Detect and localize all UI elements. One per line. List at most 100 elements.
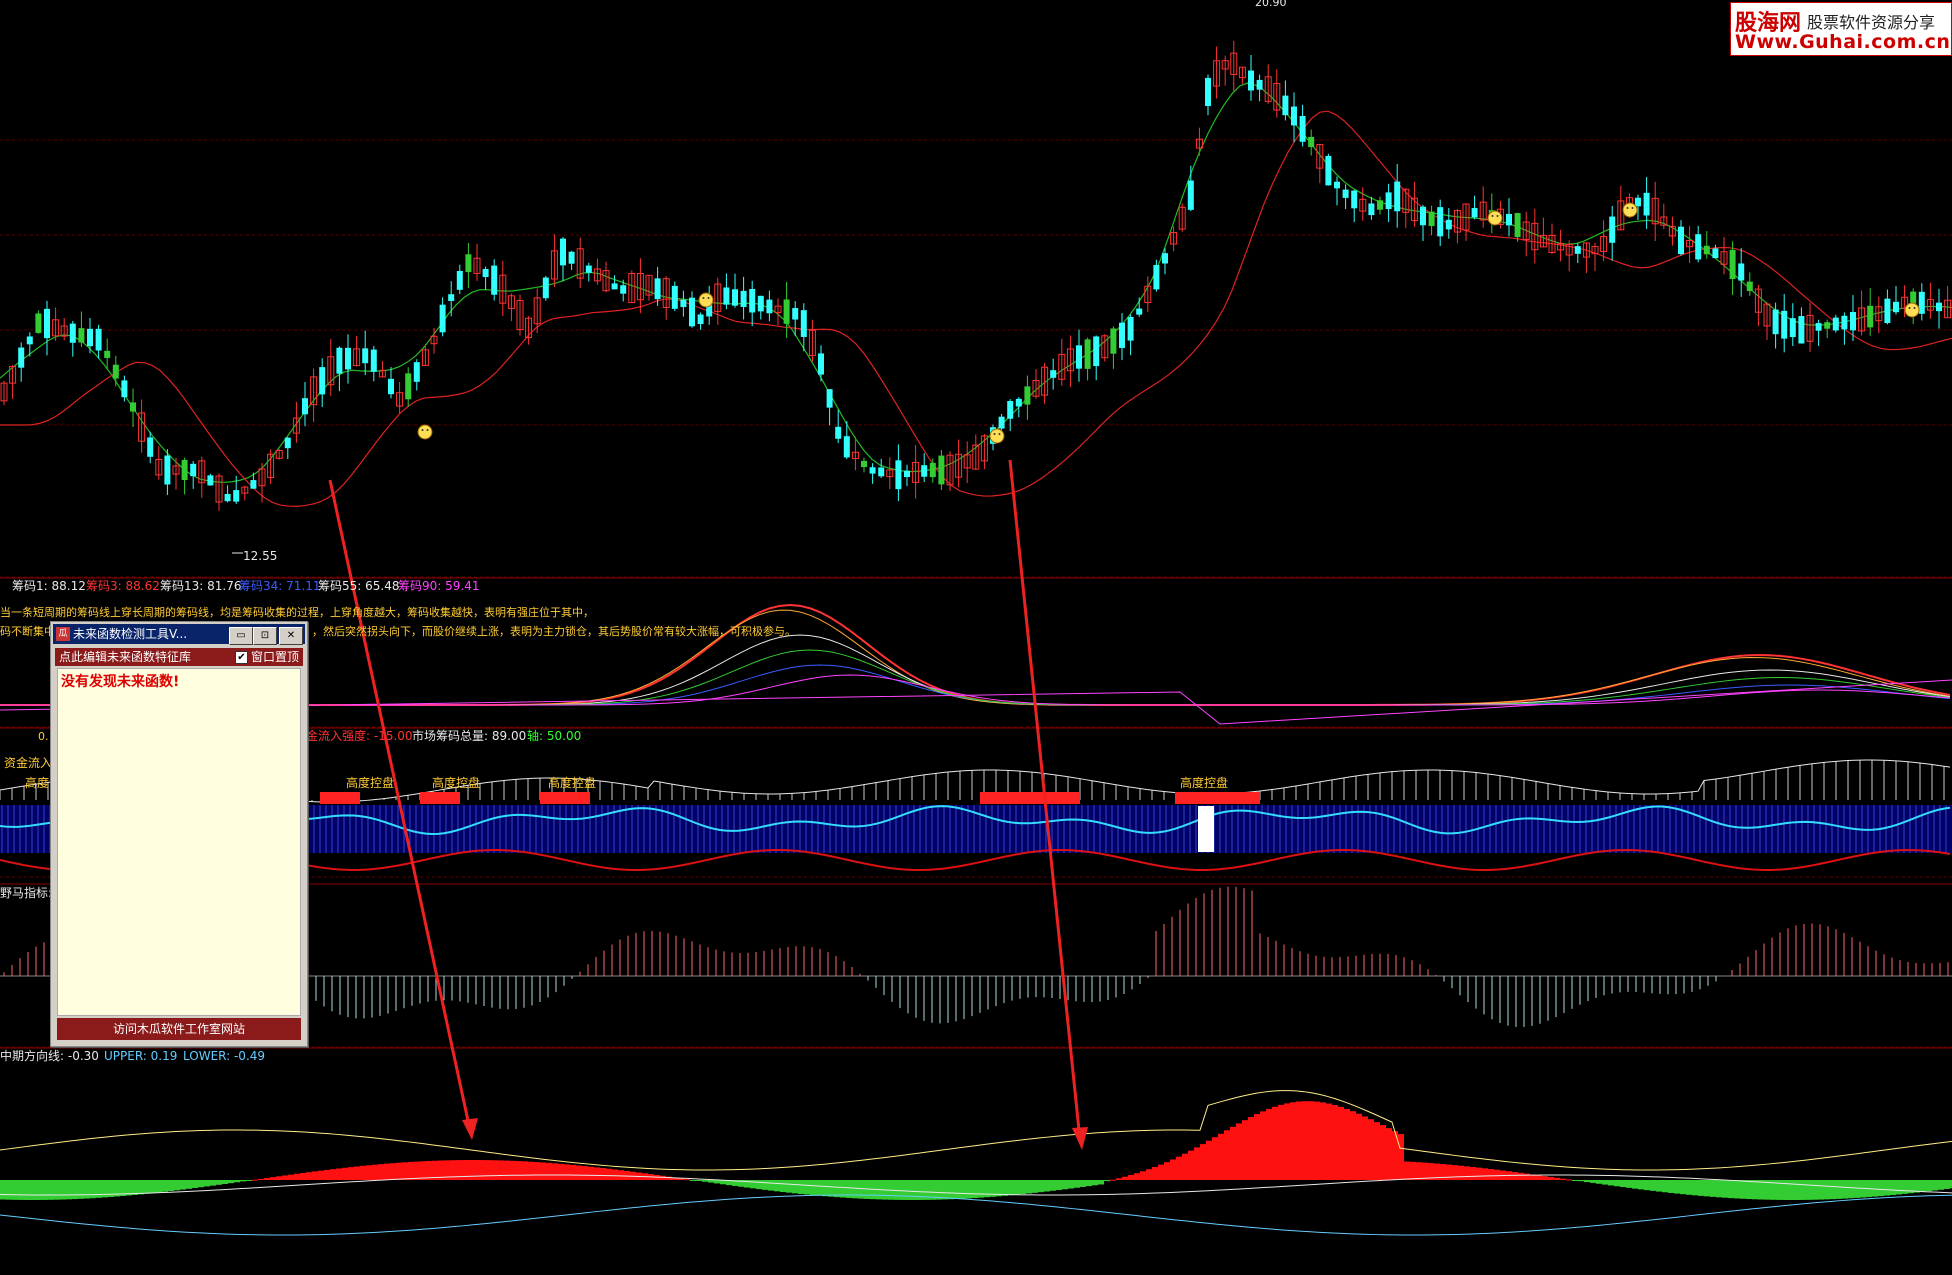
direction-bar: [174, 1180, 180, 1191]
direction-bar: [1050, 1180, 1056, 1191]
visit-website-button[interactable]: 访问木瓜软件工作室网站: [57, 1018, 301, 1040]
candle-down: [87, 328, 93, 347]
control-mark: 高度控盘: [1180, 775, 1228, 790]
edit-feature-bar[interactable]: 点此编辑未来函数特征库 ✔ 窗口置顶: [55, 648, 303, 666]
direction-bar: [1800, 1180, 1806, 1200]
future-function-tool-window[interactable]: 瓜 未来函数检测工具V... ▭ ⊡ ✕ 点此编辑未来函数特征库 ✔ 窗口置顶 没…: [50, 621, 308, 1047]
direction-bar: [1422, 1162, 1428, 1180]
control-zone: [320, 792, 360, 804]
direction-bar: [1644, 1180, 1650, 1191]
direction-bar: [270, 1177, 276, 1180]
direction-bar: [786, 1180, 792, 1193]
direction-bar: [1296, 1101, 1302, 1180]
direction-bar: [1356, 1113, 1362, 1180]
smiley-eye: [993, 433, 996, 435]
direction-bar: [1656, 1180, 1662, 1192]
direction-bar: [294, 1173, 300, 1180]
direction-bar: [1386, 1128, 1392, 1180]
fund-left-value: 0.: [38, 730, 49, 743]
candle-down: [921, 465, 928, 477]
candle-down: [439, 304, 446, 333]
direction-bar: [1416, 1162, 1422, 1180]
candle-down: [680, 299, 687, 308]
tool-titlebar[interactable]: 瓜 未来函数检测工具V... ▭ ⊡ ✕: [53, 624, 305, 645]
candle-down: [1377, 200, 1383, 210]
topmost-checkbox[interactable]: ✔ 窗口置顶: [234, 648, 299, 666]
direction-bar: [330, 1169, 336, 1180]
direction-bar: [1380, 1125, 1386, 1180]
direction-bar: [372, 1164, 378, 1180]
chip1-label: 筹码1: 88.12: [12, 579, 86, 593]
candle-down: [542, 277, 549, 299]
edit-feature-link[interactable]: 点此编辑未来函数特征库: [59, 650, 191, 664]
candle-down: [1712, 248, 1719, 259]
minimize-button[interactable]: ▭: [229, 627, 253, 645]
direction-bar: [1944, 1180, 1950, 1189]
direction-bar: [66, 1180, 72, 1200]
candle-down: [130, 402, 136, 412]
direction-bar: [264, 1178, 270, 1180]
direction-bar: [1242, 1120, 1248, 1180]
candle-down: [1918, 291, 1925, 314]
candle-down: [818, 353, 824, 375]
candle-down: [1893, 301, 1899, 313]
candle-down: [147, 437, 154, 457]
direction-bar: [480, 1160, 486, 1180]
candle-down: [1084, 339, 1091, 369]
direction-bar: [1104, 1180, 1110, 1182]
direction-bar: [912, 1180, 918, 1200]
direction-bar: [900, 1180, 906, 1200]
direction-bar: [192, 1180, 198, 1189]
candle-down: [413, 362, 420, 382]
chip55-label: 筹码55: 65.48: [318, 579, 399, 593]
candle-down: [1050, 370, 1057, 378]
candle-down: [190, 463, 197, 477]
direction-bar: [1158, 1164, 1164, 1180]
direction-bar: [1320, 1102, 1326, 1180]
candle-down: [878, 467, 885, 477]
maximize-button[interactable]: ⊡: [253, 627, 277, 645]
smiley-eye: [1908, 307, 1911, 309]
close-button[interactable]: ✕: [279, 627, 303, 645]
direction-label: 中期方向线: -0.30: [0, 1048, 99, 1063]
direction-bar: [774, 1180, 780, 1192]
direction-bar: [390, 1163, 396, 1180]
direction-bar: [570, 1164, 576, 1180]
direction-bar: [1848, 1180, 1854, 1199]
direction-bar: [366, 1165, 372, 1180]
direction-bar: [1254, 1114, 1260, 1180]
direction-bar: [6, 1180, 12, 1200]
direction-bar: [144, 1180, 150, 1194]
chip90-label: 筹码90: 59.41: [398, 579, 479, 593]
direction-bar: [1668, 1180, 1674, 1193]
candle-down: [284, 437, 291, 449]
direction-bar: [1680, 1180, 1686, 1195]
direction-bar: [276, 1176, 282, 1180]
checkbox-checked-icon[interactable]: ✔: [234, 651, 248, 664]
direction-bar: [1788, 1180, 1794, 1200]
smiley-eye: [1631, 207, 1634, 209]
candle-down: [1248, 70, 1254, 91]
direction-bar: [1026, 1180, 1032, 1194]
direction-bar: [1404, 1161, 1410, 1180]
direction-bar: [1368, 1119, 1374, 1180]
direction-bar: [222, 1180, 228, 1184]
direction-bar: [474, 1160, 480, 1180]
candle-down: [1153, 265, 1160, 290]
direction-bar: [180, 1180, 186, 1190]
direction-bar: [156, 1180, 162, 1193]
direction-bar: [1146, 1169, 1152, 1180]
candle-down: [1678, 226, 1684, 255]
direction-bar: [564, 1164, 570, 1180]
direction-bar: [1836, 1180, 1842, 1199]
direction-bar: [1194, 1147, 1200, 1180]
direction-bar: [1002, 1180, 1008, 1196]
lower-line: [0, 1194, 1952, 1236]
candle-down: [1351, 190, 1358, 209]
direction-bar: [1542, 1176, 1548, 1180]
candle-down: [95, 328, 102, 351]
direction-bar: [1326, 1103, 1332, 1180]
direction-bar: [462, 1160, 468, 1180]
upper-line: [0, 1090, 1952, 1171]
candle-down: [465, 254, 472, 273]
